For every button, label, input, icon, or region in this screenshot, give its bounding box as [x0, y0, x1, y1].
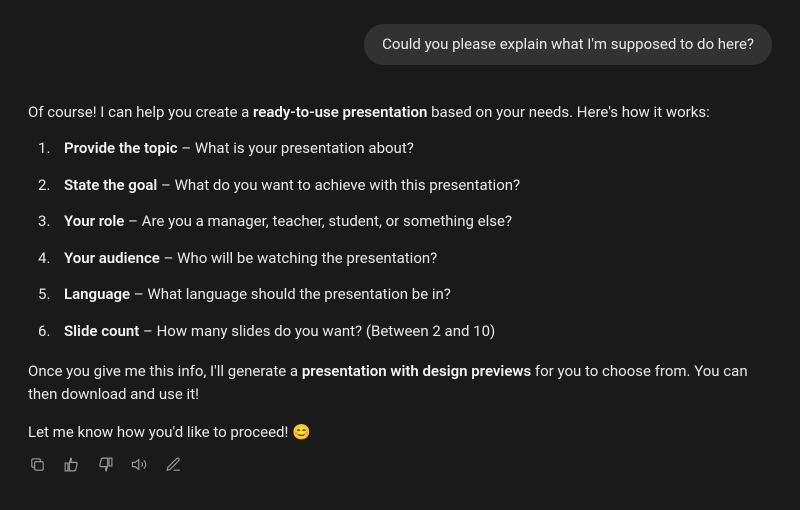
assistant-intro: Of course! I can help you create a ready… [28, 101, 760, 124]
step-desc: – Who will be watching the presentation? [160, 249, 437, 267]
step-title: State the goal [64, 176, 157, 194]
user-message-row: Could you please explain what I'm suppos… [28, 24, 772, 65]
message-actions [28, 456, 760, 474]
list-item: State the goal – What do you want to ach… [52, 174, 760, 197]
step-desc: – Are you a manager, teacher, student, o… [124, 212, 512, 230]
thumbs-up-icon [63, 456, 80, 473]
steps-list: Provide the topic – What is your present… [28, 137, 760, 342]
copy-button[interactable] [28, 456, 46, 474]
step-desc: – What language should the presentation … [130, 285, 451, 303]
step-desc: – What is your presentation about? [178, 139, 414, 157]
thumbs-down-button[interactable] [96, 456, 114, 474]
step-desc: – How many slides do you want? (Between … [139, 322, 495, 340]
intro-after: based on your needs. Here's how it works… [427, 103, 709, 121]
speaker-icon [131, 456, 148, 473]
outro2-text: Let me know how you'd like to proceed! 😊 [28, 423, 311, 441]
intro-before: Of course! I can help you create a [28, 103, 253, 121]
user-message-text: Could you please explain what I'm suppos… [382, 35, 754, 53]
edit-icon [165, 456, 182, 473]
thumbs-down-icon [97, 456, 114, 473]
list-item: Provide the topic – What is your present… [52, 137, 760, 160]
user-message-bubble: Could you please explain what I'm suppos… [364, 24, 772, 65]
step-desc: – What do you want to achieve with this … [157, 176, 520, 194]
list-item: Your audience – Who will be watching the… [52, 247, 760, 270]
copy-icon [29, 456, 46, 473]
read-aloud-button[interactable] [130, 456, 148, 474]
step-title: Your audience [64, 249, 160, 267]
list-item: Language – What language should the pres… [52, 283, 760, 306]
list-item: Slide count – How many slides do you wan… [52, 320, 760, 343]
assistant-outro-1: Once you give me this info, I'll generat… [28, 360, 760, 405]
intro-bold: ready-to-use presentation [253, 103, 427, 121]
step-title: Your role [64, 212, 124, 230]
list-item: Your role – Are you a manager, teacher, … [52, 210, 760, 233]
step-title: Slide count [64, 322, 139, 340]
outro1-before: Once you give me this info, I'll generat… [28, 362, 302, 380]
thumbs-up-button[interactable] [62, 456, 80, 474]
outro1-bold: presentation with design previews [302, 362, 531, 380]
step-title: Provide the topic [64, 139, 178, 157]
edit-button[interactable] [164, 456, 182, 474]
assistant-message: Of course! I can help you create a ready… [28, 101, 772, 474]
step-title: Language [64, 285, 130, 303]
assistant-outro-2: Let me know how you'd like to proceed! 😊 [28, 421, 760, 444]
